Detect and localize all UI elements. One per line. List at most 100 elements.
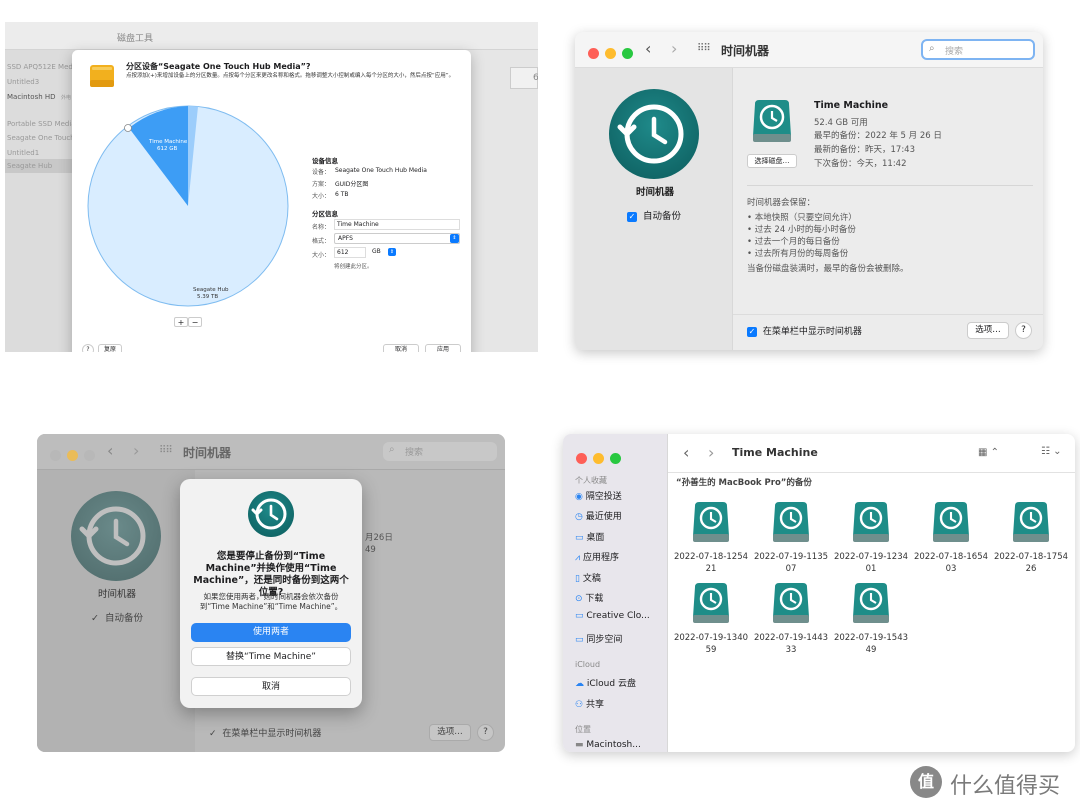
keeps-item: • 过去 24 小时的每小时备份 — [747, 225, 856, 235]
partition-note: 将创建此分区。 — [334, 264, 373, 270]
backup-folder-item[interactable]: 2022-07-18-1254 21 — [671, 500, 751, 578]
bg-num: 49 — [365, 545, 376, 555]
disk-utility-panel: 磁盘工具 SSD APQ512E Media Untitled3 Macinto… — [5, 22, 538, 352]
search-input[interactable]: ⌕ 搜索 — [383, 442, 497, 461]
bg-sidebar-item: Untitled3 — [7, 78, 40, 86]
time-machine-disk-icon — [771, 581, 811, 625]
sidebar-list: ◉ 隔空投送 ◷ 最近使用 ▭ 桌面 ⩘ 应用程序 ▯ 文稿 ⊙ 下载 ▭ Cr… — [575, 489, 667, 652]
time-machine-disk-icon — [1011, 500, 1051, 544]
auto-backup-checkbox[interactable]: ✓ 自动备份 — [91, 610, 143, 624]
forward-icon[interactable]: › — [671, 39, 677, 58]
use-both-button[interactable]: 使用两者 — [191, 623, 351, 642]
backup-grid: 2022-07-18-1254 21 2022-07-19-1135 07 2022-0… — [671, 500, 1075, 750]
help-button[interactable]: ? — [477, 724, 494, 741]
pie-tm-label: Time Machine — [149, 139, 188, 145]
cancel-button[interactable]: 取消 — [383, 344, 419, 352]
sidebar-item-macintosh[interactable]: ▬ Macintosh... — [575, 740, 641, 750]
sidebar-item-applications[interactable]: ⩘ 应用程序 — [575, 550, 667, 570]
backup-folder-item[interactable]: 2022-07-18-1754 26 — [991, 500, 1071, 578]
add-partition-button[interactable]: + — [174, 317, 188, 327]
options-button[interactable]: 选项… — [967, 322, 1009, 339]
backup-folder-name-cont: 21 — [705, 564, 717, 574]
forward-icon[interactable]: › — [708, 443, 714, 462]
partition-name-input[interactable]: Time Machine — [334, 219, 460, 230]
locations-header: 位置 — [575, 725, 591, 734]
external-drive-icon — [88, 63, 116, 89]
grid-icon[interactable]: ⠿⠿ — [697, 43, 711, 55]
back-icon[interactable]: ‹ — [645, 39, 651, 58]
options-button[interactable]: 选项… — [429, 724, 471, 741]
backup-folder-item[interactable]: 2022-07-19-1135 07 — [751, 500, 831, 578]
help-button[interactable]: ? — [1015, 322, 1032, 339]
next-backup: 下次备份：今天，11:42 — [814, 159, 907, 169]
grid-icon[interactable]: ⠿⠿ — [159, 445, 173, 456]
group-icon[interactable]: ☷ ⌄ — [1041, 446, 1062, 457]
traffic-lights[interactable] — [588, 44, 639, 63]
keeps-item: • 过去一个月的每日备份 — [747, 237, 840, 247]
bg-sidebar-item: Macintosh HD — [7, 93, 56, 101]
dialog-description: 点按添加(+)来增加设备上的分区数量。点按每个分区来更改名称和格式。拖移调整大小… — [126, 73, 455, 79]
sidebar-item-creative-cloud[interactable]: ▭ Creative Clo... — [575, 611, 667, 631]
sidebar-item-icloud-drive[interactable]: ☁ iCloud 云盘 — [575, 676, 636, 689]
partition-size-input[interactable]: 612 — [334, 247, 366, 258]
backup-folder-item[interactable]: 2022-07-19-1234 01 — [831, 500, 911, 578]
show-menubar-checkbox[interactable]: ✓ 在菜单栏中显示时间机器 — [747, 324, 862, 337]
time-machine-disk-icon — [691, 500, 731, 544]
latest-backup: 最新的备份：昨天，17:43 — [814, 145, 915, 155]
apply-button[interactable]: 应用 — [425, 344, 461, 352]
replace-button[interactable]: 替换“Time Machine” — [191, 647, 351, 666]
scheme-label: 方案： — [312, 181, 331, 188]
backup-folder-item[interactable]: 2022-07-18-1654 03 — [911, 500, 991, 578]
format-label: 格式： — [312, 238, 331, 245]
applications-icon: ⩘ — [575, 553, 581, 564]
disk-name: Time Machine — [814, 100, 889, 111]
format-select[interactable]: APFS ⇕ — [334, 233, 460, 244]
sidebar-item-downloads[interactable]: ⊙ 下载 — [575, 591, 667, 611]
size-unit-select[interactable]: GB ⇕ — [370, 247, 396, 258]
traffic-lights[interactable] — [50, 446, 101, 465]
sidebar-item-documents[interactable]: ▯ 文稿 — [575, 571, 667, 591]
checkmark-icon: ✓ — [747, 326, 757, 337]
backup-folder-name-cont: 26 — [1025, 564, 1037, 574]
backup-folder-name: 2022-07-19-1543 — [833, 633, 909, 643]
sidebar-item-recents[interactable]: ◷ 最近使用 — [575, 509, 667, 529]
revert-button[interactable]: 复原 — [98, 344, 122, 352]
downloads-icon: ⊙ — [575, 593, 583, 604]
select-disk-button[interactable]: 选择磁盘… — [747, 154, 797, 168]
time-machine-icon — [609, 89, 699, 179]
search-placeholder: 搜索 — [405, 448, 424, 458]
sidebar-item-shared[interactable]: ⚇ 共享 — [575, 697, 604, 710]
cancel-button[interactable]: 取消 — [191, 677, 351, 696]
dialog-title: 分区设备“Seagate One Touch Hub Media”? — [126, 62, 311, 71]
backup-folder-item[interactable]: 2022-07-19-1543 49 — [831, 581, 911, 659]
sidebar-item-sync[interactable]: ▭ 同步空间 — [575, 632, 667, 652]
sidebar-item-airdrop[interactable]: ◉ 隔空投送 — [575, 489, 667, 509]
help-button[interactable]: ? — [82, 344, 94, 352]
backup-folder-name: 2022-07-18-1754 — [993, 552, 1069, 562]
folder-icon: ▭ — [575, 611, 584, 622]
toolbar-divider — [668, 472, 1075, 473]
bg-toolbar — [5, 22, 538, 50]
back-icon[interactable]: ‹ — [683, 443, 689, 462]
back-icon[interactable]: ‹ — [107, 441, 113, 460]
watermark: 值 什么值得买 — [910, 766, 1076, 802]
sidebar-item-desktop[interactable]: ▭ 桌面 — [575, 530, 667, 550]
tm-prefs-window: ‹ › ⠿⠿ 时间机器 ⌕ 搜索 时间机器 ✓ 自动备份 选择磁盘… Time … — [575, 32, 1043, 350]
traffic-lights[interactable] — [576, 449, 627, 468]
partition-pie-chart[interactable]: Time Machine 612 GB Seagate Hub 5.39 TB — [86, 104, 291, 309]
remove-partition-button[interactable]: − — [188, 317, 202, 327]
path-header: “孙善生的 MacBook Pro”的备份 — [676, 478, 812, 488]
bg-sidebar-item: Untitled1 — [7, 149, 40, 157]
search-placeholder: 搜索 — [945, 47, 964, 57]
view-grid-icon[interactable]: ▦ ⌃ — [978, 447, 999, 458]
divider — [733, 314, 1043, 315]
forward-icon[interactable]: › — [133, 441, 139, 460]
backup-folder-item[interactable]: 2022-07-19-1340 59 — [671, 581, 751, 659]
auto-backup-checkbox[interactable]: ✓ 自动备份 — [627, 208, 681, 222]
show-menubar-label: 在菜单栏中显示时间机器 — [222, 729, 322, 739]
show-menubar-checkbox[interactable]: ✓ 在菜单栏中显示时间机器 — [209, 726, 321, 739]
finder-window: ‹ › Time Machine ▦ ⌃ ☷ ⌄ “孙善生的 MacBook P… — [563, 434, 1075, 752]
time-machine-icon — [248, 491, 294, 537]
backup-folder-item[interactable]: 2022-07-19-1443 33 — [751, 581, 831, 659]
search-input[interactable]: ⌕ 搜索 — [921, 39, 1035, 60]
